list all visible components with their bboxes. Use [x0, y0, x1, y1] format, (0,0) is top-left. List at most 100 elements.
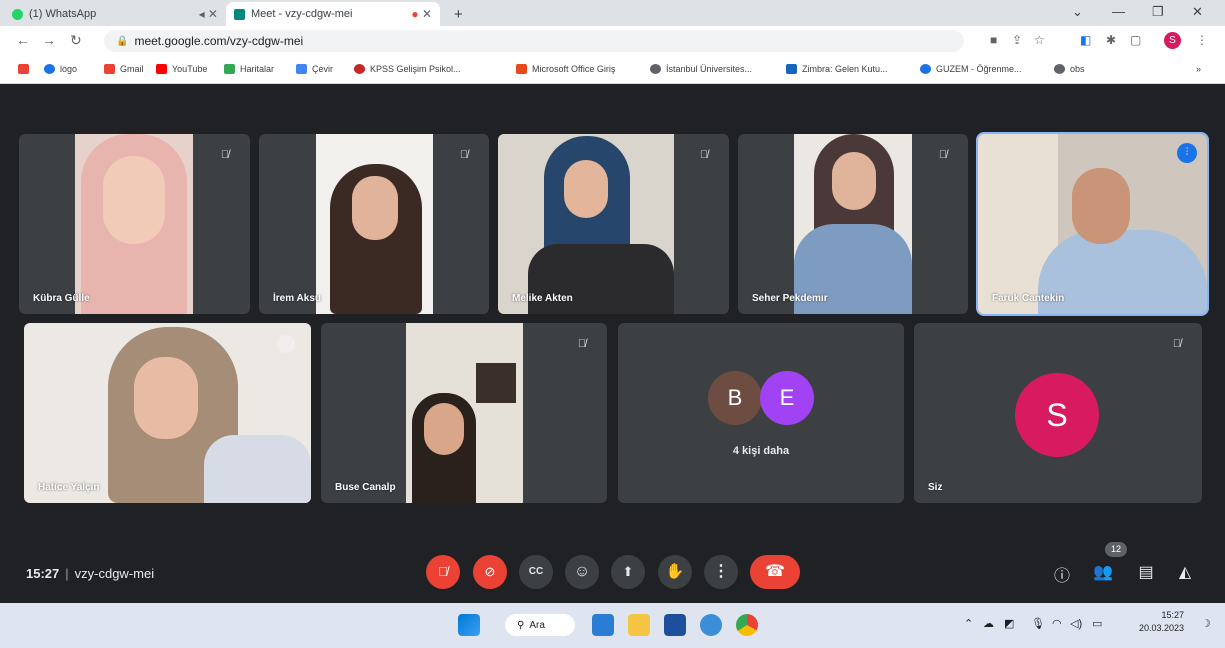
- participant-tile[interactable]: 🎙̸ Buse Canalp: [321, 323, 607, 503]
- participant-video: [316, 134, 433, 314]
- store-icon[interactable]: [664, 614, 686, 636]
- raise-hand-button[interactable]: ✋: [658, 555, 692, 589]
- camera-icon[interactable]: ■: [990, 33, 997, 47]
- url-text[interactable]: meet.google.com/vzy-cdgw-mei: [134, 34, 303, 48]
- translate-icon: [296, 64, 307, 74]
- bookmarks-overflow[interactable]: »: [1196, 64, 1201, 74]
- mic-off-icon: 🎙̸: [277, 335, 295, 353]
- window-close-icon[interactable]: ✕: [1192, 4, 1203, 20]
- mic-off-icon: 🎙̸: [938, 149, 948, 161]
- address-bar-row: ← → ↻ 🔒 meet.google.com/vzy-cdgw-mei ■ ⇪…: [0, 26, 1225, 56]
- participant-name: Kübra Gülle: [33, 293, 90, 304]
- microphone-icon[interactable]: 🎙: [1031, 617, 1045, 630]
- maps-icon: [224, 64, 235, 74]
- taskbar-search[interactable]: ⚲ Ara: [505, 614, 575, 636]
- bookmark-item[interactable]: Gmail: [104, 64, 144, 74]
- widgets-icon[interactable]: [592, 614, 614, 636]
- more-participants-tile[interactable]: B E 4 kişi daha: [618, 323, 904, 503]
- bookmark-item[interactable]: KPSS Gelişim Psikol...: [354, 64, 461, 74]
- bookmark-item[interactable]: logo: [44, 64, 77, 74]
- participant-tile[interactable]: ⫶ Faruk Cantekin: [976, 132, 1209, 316]
- mic-toggle-button[interactable]: 🎙̸: [426, 555, 460, 589]
- tray-app-icon[interactable]: ◩: [1004, 617, 1014, 630]
- menu-icon[interactable]: ⋮: [1196, 33, 1208, 47]
- puzzle-icon[interactable]: ✱: [1106, 33, 1116, 47]
- captions-button[interactable]: CC: [519, 555, 553, 589]
- present-button[interactable]: ⬆: [611, 555, 645, 589]
- bookmark-item[interactable]: Zimbra: Gelen Kutu...: [786, 64, 888, 74]
- extension-icon[interactable]: ◧: [1080, 33, 1091, 47]
- participant-tile[interactable]: 🎙̸ Seher Pekdemır: [738, 134, 968, 314]
- participant-tile[interactable]: 🎙̸ Kübra Gülle: [19, 134, 250, 314]
- close-icon[interactable]: ◂ ✕: [199, 7, 218, 21]
- forward-icon[interactable]: →: [42, 32, 56, 48]
- bookmark-item[interactable]: Çevir: [296, 64, 333, 74]
- bookmark-star-icon[interactable]: ☆: [1034, 33, 1045, 47]
- tray-overflow-icon[interactable]: ⌃: [964, 617, 973, 630]
- youtube-icon: [156, 64, 167, 74]
- mic-off-icon: 🎙̸: [577, 338, 587, 350]
- reload-icon[interactable]: ↻: [70, 32, 82, 49]
- apps-icon[interactable]: [18, 64, 34, 74]
- meeting-time: 15:27: [26, 566, 60, 581]
- start-icon[interactable]: [458, 614, 480, 636]
- onedrive-icon[interactable]: ☁: [983, 617, 994, 630]
- participant-video: [978, 134, 1207, 314]
- tab-title: (1) WhatsApp: [29, 8, 97, 20]
- mic-off-icon: 🎙̸: [699, 149, 709, 161]
- participant-name: Siz: [928, 482, 943, 493]
- tab-meet[interactable]: Meet - vzy-cdgw-mei ● ✕: [226, 2, 440, 26]
- tab-search-icon[interactable]: ⌄: [1072, 4, 1083, 20]
- participant-name: Seher Pekdemır: [752, 293, 828, 304]
- tab-whatsapp[interactable]: (1) WhatsApp ◂ ✕: [4, 2, 226, 26]
- new-tab-button[interactable]: +: [446, 2, 471, 26]
- notification-icon[interactable]: ☽: [1201, 617, 1211, 630]
- share-icon[interactable]: ⇪: [1012, 33, 1022, 47]
- participant-video: [406, 323, 523, 503]
- file-explorer-icon[interactable]: [628, 614, 650, 636]
- globe-icon: [1054, 64, 1065, 74]
- meeting-details-icon[interactable]: ⓘ: [1051, 562, 1073, 586]
- wifi-icon[interactable]: ◠: [1052, 617, 1062, 630]
- side-panel-icon[interactable]: ▢: [1130, 33, 1141, 47]
- close-icon[interactable]: ● ✕: [411, 7, 432, 21]
- gmail-icon: [104, 64, 115, 74]
- chrome-icon[interactable]: [736, 614, 758, 636]
- participant-tile[interactable]: 🎙̸ Hatice Yalçın: [24, 323, 311, 503]
- system-clock[interactable]: 15:27 20.03.2023: [1130, 609, 1184, 635]
- bookmark-item[interactable]: İstanbul Üniversites...: [650, 64, 752, 74]
- people-icon[interactable]: 👥: [1092, 562, 1114, 582]
- restore-icon[interactable]: ❐: [1152, 4, 1164, 20]
- participant-video: [75, 134, 193, 314]
- chat-icon[interactable]: ▤: [1135, 562, 1157, 582]
- battery-icon[interactable]: ▭: [1092, 617, 1102, 630]
- more-options-button[interactable]: ⋮: [704, 555, 738, 589]
- mic-off-icon: 🎙̸: [220, 149, 230, 161]
- tab-title: Meet - vzy-cdgw-mei: [251, 8, 353, 20]
- back-icon[interactable]: ←: [16, 32, 30, 48]
- meet-icon: [234, 8, 245, 20]
- profile-avatar[interactable]: S: [1164, 32, 1181, 49]
- leave-call-button[interactable]: ☎: [750, 555, 800, 589]
- volume-icon[interactable]: ◁): [1070, 617, 1082, 630]
- participant-tile[interactable]: 🎙̸ Melike Akten: [498, 134, 729, 314]
- emoji-button[interactable]: ☺: [565, 555, 599, 589]
- avatar: B: [708, 371, 762, 425]
- minimize-icon[interactable]: —: [1112, 4, 1125, 19]
- participant-video: [498, 134, 674, 314]
- participant-name: Hatice Yalçın: [38, 482, 100, 493]
- participant-tile[interactable]: 🎙̸ İrem Aksu: [259, 134, 489, 314]
- bookmark-item[interactable]: obs: [1054, 64, 1085, 74]
- bookmark-item[interactable]: GUZEM - Öğrenme...: [920, 64, 1022, 74]
- camera-toggle-button[interactable]: ⊘: [473, 555, 507, 589]
- bookmark-item[interactable]: YouTube: [156, 64, 207, 74]
- bookmarks-bar: logo Gmail YouTube Haritalar Çevir KPSS …: [0, 56, 1225, 84]
- bookmark-item[interactable]: Microsoft Office Giriş: [516, 64, 615, 74]
- edge-icon[interactable]: [700, 614, 722, 636]
- bookmark-item[interactable]: Haritalar: [224, 64, 274, 74]
- globe-icon: [650, 64, 661, 74]
- activities-icon[interactable]: ◭: [1174, 562, 1196, 582]
- self-tile[interactable]: 🎙̸ S Siz: [914, 323, 1202, 503]
- address-bar[interactable]: 🔒 meet.google.com/vzy-cdgw-mei: [104, 30, 964, 52]
- meeting-code: vzy-cdgw-mei: [74, 566, 155, 581]
